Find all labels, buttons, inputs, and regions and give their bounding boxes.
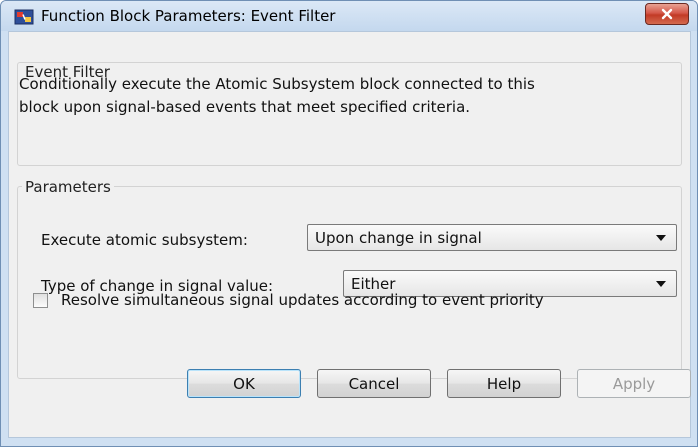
description-line-1: Conditionally execute the Atomic Subsyst… (19, 75, 535, 93)
resolve-priority-label[interactable]: Resolve simultaneous signal updates acco… (61, 291, 544, 309)
apply-button[interactable]: Apply (577, 369, 691, 398)
execute-subsystem-value: Upon change in signal (315, 229, 482, 247)
title-bar[interactable]: Function Block Parameters: Event Filter (1, 1, 697, 31)
close-icon (661, 8, 673, 20)
execute-subsystem-label: Execute atomic subsystem: (41, 231, 248, 249)
dialog-window: Function Block Parameters: Event Filter … (0, 0, 698, 447)
window-title: Function Block Parameters: Event Filter (41, 7, 336, 25)
description-line-2: block upon signal-based events that meet… (19, 98, 471, 116)
simulink-block-icon (14, 9, 34, 25)
block-description: Conditionally execute the Atomic Subsyst… (19, 73, 669, 119)
cancel-button[interactable]: Cancel (317, 369, 431, 398)
close-button[interactable] (645, 3, 689, 25)
help-button[interactable]: Help (447, 369, 561, 398)
ok-button[interactable]: OK (187, 369, 301, 398)
resolve-priority-checkbox[interactable] (33, 293, 48, 308)
chevron-down-icon (656, 281, 666, 287)
execute-subsystem-dropdown[interactable]: Upon change in signal (307, 224, 677, 251)
chevron-down-icon (656, 235, 666, 241)
parameters-group-title: Parameters (22, 178, 114, 196)
